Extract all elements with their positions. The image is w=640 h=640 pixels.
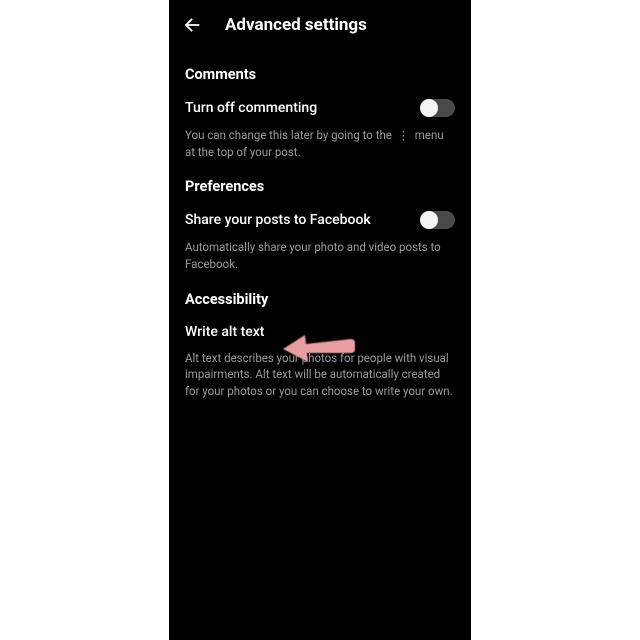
arrow-left-icon [181, 14, 203, 36]
desc-accessibility: Alt text describes your photos for peopl… [185, 350, 455, 400]
section-title-preferences: Preferences [185, 178, 455, 195]
row-write-alt-text[interactable]: Write alt text [185, 324, 455, 340]
phone-frame: Advanced settings Comments Turn off comm… [169, 0, 471, 640]
section-accessibility: Accessibility Write alt text Alt text de… [169, 291, 471, 400]
label-share-facebook: Share your posts to Facebook [185, 212, 371, 228]
row-turn-off-commenting[interactable]: Turn off commenting [185, 99, 455, 117]
label-write-alt-text: Write alt text [185, 324, 264, 340]
toggle-turn-off-commenting[interactable] [421, 99, 455, 117]
section-comments: Comments Turn off commenting You can cha… [169, 66, 471, 160]
header-bar: Advanced settings [169, 0, 471, 48]
section-title-accessibility: Accessibility [185, 291, 455, 308]
desc-comments: You can change this later by going to th… [185, 127, 455, 160]
toggle-share-facebook[interactable] [421, 211, 455, 229]
back-button[interactable] [181, 14, 203, 36]
toggle-knob [420, 99, 438, 117]
toggle-knob [420, 211, 438, 229]
section-preferences: Preferences Share your posts to Facebook… [169, 178, 471, 272]
section-title-comments: Comments [185, 66, 455, 83]
label-turn-off-commenting: Turn off commenting [185, 100, 317, 116]
row-share-facebook[interactable]: Share your posts to Facebook [185, 211, 455, 229]
page-title: Advanced settings [225, 15, 367, 35]
desc-preferences: Automatically share your photo and video… [185, 239, 455, 272]
